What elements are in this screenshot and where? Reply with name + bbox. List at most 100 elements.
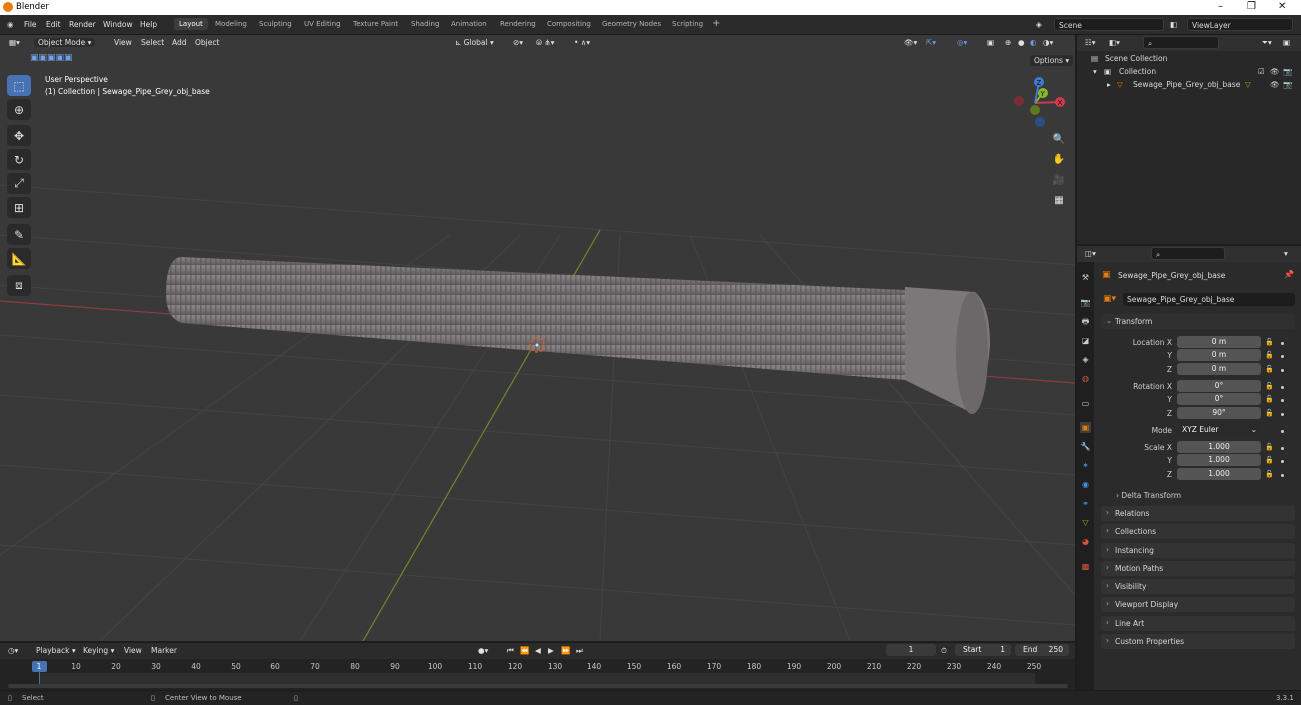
options-button[interactable]: Options ▾ xyxy=(1030,55,1074,66)
panel-line-art[interactable]: › Line Art xyxy=(1101,616,1295,631)
gizmo-toggle-icon[interactable]: ⇱▾ xyxy=(926,38,936,47)
proportional-edit-icon[interactable]: • ∧▾ xyxy=(574,38,590,47)
selection-mode-icons[interactable]: ▣▣▣▣▣ xyxy=(30,53,73,63)
play-icon[interactable]: ▶ xyxy=(548,646,554,655)
scale-z-field[interactable]: 1.000 xyxy=(1177,468,1261,480)
close-window-icon[interactable]: ✕ xyxy=(1278,1,1286,12)
lock-icon[interactable]: 🔓 xyxy=(1265,470,1274,478)
zoom-icon[interactable]: 🔍 xyxy=(1050,130,1068,148)
shading-wireframe-icon[interactable]: ⊕ xyxy=(1005,38,1011,47)
outliner-row-collection[interactable]: ▾ ▣ Collection ☑ 👁 📷 xyxy=(1077,67,1301,80)
location-y-field[interactable]: 0 m xyxy=(1177,349,1261,361)
keyframe-dot[interactable] xyxy=(1281,460,1284,463)
keyframe-dot[interactable] xyxy=(1281,342,1284,345)
navigation-gizmo[interactable]: X Y Z xyxy=(1010,75,1070,130)
expand-icon[interactable]: ▾ xyxy=(1093,67,1097,76)
properties-editor-icon[interactable]: ◫▾ xyxy=(1085,249,1096,258)
outliner-editor-icon[interactable]: ☷▾ xyxy=(1085,38,1096,47)
menu-edit[interactable]: Edit xyxy=(46,20,61,29)
editor-type-icon[interactable]: ▦▾ xyxy=(9,38,20,47)
tab-animation[interactable]: Animation xyxy=(451,20,487,28)
minimize-icon[interactable]: – xyxy=(1218,1,1223,12)
keyframe-dot[interactable] xyxy=(1281,474,1284,477)
view-layer-selector[interactable]: ViewLayer xyxy=(1187,18,1293,31)
move-tool-icon[interactable]: ✥ xyxy=(7,125,31,146)
lock-icon[interactable]: 🔓 xyxy=(1265,456,1274,464)
delta-transform-subpanel[interactable]: › Delta Transform xyxy=(1116,491,1181,500)
scene-tab-icon[interactable]: ◈ xyxy=(1080,354,1091,365)
scene-icon[interactable]: ◈ xyxy=(1036,20,1042,29)
location-x-field[interactable]: 0 m xyxy=(1177,336,1261,348)
overlay-toggle-icon[interactable]: ◎▾ xyxy=(957,38,967,47)
rotation-z-field[interactable]: 90° xyxy=(1177,407,1261,419)
constraints-tab-icon[interactable]: ⚭ xyxy=(1080,498,1091,509)
menu-view[interactable]: View xyxy=(114,38,132,47)
play-reverse-icon[interactable]: ◀ xyxy=(535,646,541,655)
jump-keyframe-back-icon[interactable]: ⏪ xyxy=(520,646,529,655)
filter-icon[interactable]: ⏷▾ xyxy=(1262,38,1272,48)
tab-scripting[interactable]: Scripting xyxy=(672,20,703,28)
lock-icon[interactable]: 🔓 xyxy=(1265,443,1274,451)
3d-viewport[interactable] xyxy=(0,35,1075,641)
scale-x-field[interactable]: 1.000 xyxy=(1177,441,1261,453)
rotation-y-field[interactable]: 0° xyxy=(1177,393,1261,405)
shading-rendered-icon[interactable]: ◑▾ xyxy=(1043,38,1053,47)
panel-viewport-display[interactable]: › Viewport Display xyxy=(1101,597,1295,612)
rotation-mode-select[interactable]: XYZ Euler ⌄ xyxy=(1177,424,1261,436)
tab-rendering[interactable]: Rendering xyxy=(500,20,536,28)
marker-menu[interactable]: Marker xyxy=(151,646,177,655)
jump-keyframe-forward-icon[interactable]: ⏩ xyxy=(561,646,570,655)
properties-options-icon[interactable]: ▾ xyxy=(1284,249,1288,258)
outliner-search-input[interactable]: ⌕ xyxy=(1143,36,1219,49)
display-mode-icon[interactable]: ◧▾ xyxy=(1109,38,1120,47)
panel-instancing[interactable]: › Instancing xyxy=(1101,543,1295,558)
tab-layout[interactable]: Layout xyxy=(174,18,208,30)
keyframe-dot[interactable] xyxy=(1281,413,1284,416)
lock-icon[interactable]: 🔓 xyxy=(1265,382,1274,390)
tab-uv-editing[interactable]: UV Editing xyxy=(304,20,341,28)
texture-tab-icon[interactable]: ▩ xyxy=(1080,561,1091,572)
keyframe-dot[interactable] xyxy=(1281,399,1284,402)
object-tab-icon[interactable]: ▣ xyxy=(1080,422,1091,433)
shading-material-icon[interactable]: ◐ xyxy=(1030,38,1037,47)
snap-icon[interactable]: ⦾ ⋔▾ xyxy=(536,38,554,48)
rotation-x-field[interactable]: 0° xyxy=(1177,380,1261,392)
properties-search-input[interactable]: ⌕ xyxy=(1151,247,1225,260)
tab-geometry-nodes[interactable]: Geometry Nodes xyxy=(602,20,661,28)
exclude-checkbox-icon[interactable]: ☑ xyxy=(1258,67,1265,76)
panel-visibility[interactable]: › Visibility xyxy=(1101,579,1295,594)
jump-start-icon[interactable]: ⏮ xyxy=(507,646,514,656)
menu-file[interactable]: File xyxy=(24,20,37,29)
add-cube-tool-icon[interactable]: ⧈ xyxy=(7,275,31,296)
new-collection-icon[interactable]: ▣ xyxy=(1283,38,1290,47)
annotate-tool-icon[interactable]: ✎ xyxy=(7,224,31,245)
menu-help[interactable]: Help xyxy=(140,20,157,29)
transform-tool-icon[interactable]: ⊞ xyxy=(7,197,31,218)
tab-sculpting[interactable]: Sculpting xyxy=(259,20,292,28)
playback-menu[interactable]: Playback ▾ xyxy=(36,646,76,655)
menu-render[interactable]: Render xyxy=(69,20,96,29)
restore-icon[interactable]: ❐ xyxy=(1247,1,1256,12)
keyframe-dot[interactable] xyxy=(1281,447,1284,450)
keyframe-dot[interactable] xyxy=(1281,369,1284,372)
pin-icon[interactable]: 📌 xyxy=(1284,270,1294,279)
keying-menu[interactable]: Keying ▾ xyxy=(83,646,114,655)
view-layer-tab-icon[interactable]: ◪ xyxy=(1080,335,1091,346)
ortho-toggle-icon[interactable]: ▦ xyxy=(1050,191,1068,209)
render-camera-icon[interactable]: 📷 xyxy=(1283,67,1292,76)
scale-tool-icon[interactable]: ⤢ xyxy=(7,173,31,194)
timeline-scrollbar[interactable] xyxy=(8,684,1068,688)
measure-tool-icon[interactable]: 📐 xyxy=(7,248,31,269)
lock-icon[interactable]: 🔓 xyxy=(1265,338,1274,346)
visibility-icon[interactable]: 👁▾ xyxy=(904,38,917,47)
lock-icon[interactable]: 🔓 xyxy=(1265,409,1274,417)
scene-selector[interactable]: Scene xyxy=(1054,18,1164,31)
select-box-tool-icon[interactable]: ⬚ xyxy=(7,75,31,96)
hide-eye-icon[interactable]: 👁 xyxy=(1270,67,1280,76)
keyframe-dot[interactable] xyxy=(1281,355,1284,358)
menu-window[interactable]: Window xyxy=(103,20,133,29)
render-camera-icon[interactable]: 📷 xyxy=(1283,80,1292,89)
outliner-row-scene-collection[interactable]: ▤ Scene Collection xyxy=(1077,54,1301,67)
material-tab-icon[interactable]: ◕ xyxy=(1080,536,1091,547)
lock-icon[interactable]: 🔓 xyxy=(1265,365,1274,373)
